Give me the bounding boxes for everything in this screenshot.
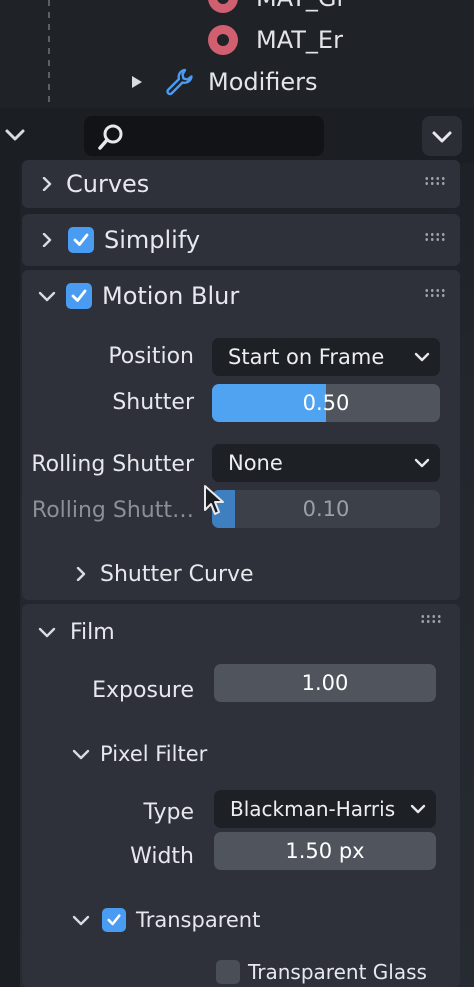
mouse-cursor-icon xyxy=(204,485,224,515)
simplify-checkbox[interactable] xyxy=(68,227,94,253)
outliner-label: MAT_Er xyxy=(256,26,343,54)
filter-width-field[interactable]: 1.50 px xyxy=(214,832,436,870)
expand-triangle-icon[interactable] xyxy=(132,76,142,88)
rolling-shutter-duration-slider[interactable]: 0.10 xyxy=(212,490,440,528)
filter-type-value: Blackman-Harris xyxy=(230,797,396,821)
transparent-checkbox[interactable] xyxy=(102,908,126,932)
outliner-row-mat-er[interactable]: MAT_Er xyxy=(208,20,343,60)
position-dropdown[interactable]: Start on Frame xyxy=(212,338,440,376)
panel-curves: Curves xyxy=(22,160,460,208)
material-icon xyxy=(208,25,238,55)
chevron-down-icon xyxy=(72,915,90,926)
checkmark-icon xyxy=(107,914,121,926)
filter-type-dropdown[interactable]: Blackman-Harris xyxy=(214,790,436,828)
chevron-down-icon xyxy=(38,291,56,302)
rolling-shutter-dropdown[interactable]: None xyxy=(212,444,440,482)
drag-grip-icon[interactable] xyxy=(420,614,442,624)
material-icon xyxy=(208,0,238,13)
shutter-slider[interactable]: 0.50 xyxy=(212,384,440,422)
panel-title: Curves xyxy=(66,170,150,198)
panel-header-motion-blur[interactable]: Motion Blur xyxy=(22,270,460,322)
panel-title: Film xyxy=(70,619,115,645)
options-dropdown-button[interactable] xyxy=(422,116,462,156)
subpanel-title: Pixel Filter xyxy=(100,742,208,766)
shutter-label: Shutter xyxy=(112,390,194,415)
subpanel-header-transparent[interactable]: Transparent xyxy=(22,900,460,940)
outliner-tree-line xyxy=(48,0,50,108)
subpanel-header-shutter-curve[interactable]: Shutter Curve xyxy=(22,554,460,594)
chevron-right-icon xyxy=(76,567,86,581)
chevron-down-icon xyxy=(72,749,90,760)
panel-motion-blur: Motion Blur Position Start on Frame Shut… xyxy=(22,270,460,600)
motion-blur-checkbox[interactable] xyxy=(66,283,92,309)
search-input[interactable] xyxy=(84,116,324,156)
position-value: Start on Frame xyxy=(228,345,385,369)
search-icon xyxy=(98,124,123,150)
exposure-value: 1.00 xyxy=(301,671,349,695)
exposure-label: Exposure xyxy=(92,678,194,703)
outliner-row-mat-partial[interactable]: MAT_Gr xyxy=(208,0,346,18)
position-label: Position xyxy=(108,344,194,369)
panel-header-film[interactable]: Film xyxy=(22,608,460,656)
properties-header xyxy=(0,108,474,163)
drag-grip-icon[interactable] xyxy=(424,288,446,298)
filter-width-label: Width xyxy=(130,844,194,869)
subpanel-header-pixel-filter[interactable]: Pixel Filter xyxy=(22,734,460,774)
outliner-label: Modifiers xyxy=(208,68,318,96)
panel-simplify: Simplify xyxy=(22,214,460,266)
blender-properties-editor: MAT_Gr MAT_Er Modifiers xyxy=(0,0,474,987)
wrench-icon xyxy=(166,68,193,96)
checkmark-icon xyxy=(71,289,87,302)
transparent-glass-row[interactable]: Transparent Glass xyxy=(22,954,460,987)
chevron-down-icon xyxy=(414,352,430,362)
filter-type-label: Type xyxy=(143,800,194,825)
subpanel-title: Shutter Curve xyxy=(100,561,254,587)
shutter-value: 0.50 xyxy=(302,391,350,415)
panel-header-simplify[interactable]: Simplify xyxy=(22,214,460,266)
chevron-down-icon xyxy=(414,458,430,468)
outliner-area: MAT_Gr MAT_Er Modifiers xyxy=(0,0,474,108)
rolling-shutter-value: None xyxy=(228,451,283,475)
chevron-down-icon xyxy=(432,131,452,143)
panel-film: Film Exposure 1.00 Pixel Filter Type Bla… xyxy=(22,604,460,987)
drag-grip-icon[interactable] xyxy=(424,232,446,242)
chevron-right-icon xyxy=(42,233,52,247)
rolling-shutter-duration-value: 0.10 xyxy=(302,497,350,521)
checkmark-icon xyxy=(73,233,89,246)
transparent-glass-checkbox[interactable] xyxy=(216,960,240,984)
outliner-label: MAT_Gr xyxy=(256,0,346,12)
chevron-down-icon xyxy=(410,804,426,814)
drag-grip-icon[interactable] xyxy=(424,176,446,186)
panel-header-curves[interactable]: Curves xyxy=(22,160,460,208)
filter-width-value: 1.50 px xyxy=(285,839,365,863)
rolling-shutter-label: Rolling Shutter xyxy=(31,452,194,477)
rolling-shutter-duration-label: Rolling Shutt… xyxy=(31,498,194,523)
chevron-down-icon[interactable] xyxy=(4,120,26,150)
chevron-right-icon xyxy=(42,177,52,191)
outliner-row-modifiers[interactable]: Modifiers xyxy=(132,62,318,102)
exposure-field[interactable]: 1.00 xyxy=(214,664,436,702)
panel-title: Simplify xyxy=(104,226,201,254)
transparent-glass-label: Transparent Glass xyxy=(248,960,427,984)
properties-tab-strip xyxy=(0,163,20,987)
chevron-down-icon xyxy=(38,627,56,638)
subpanel-title: Transparent xyxy=(136,908,261,932)
panel-title: Motion Blur xyxy=(102,282,240,310)
